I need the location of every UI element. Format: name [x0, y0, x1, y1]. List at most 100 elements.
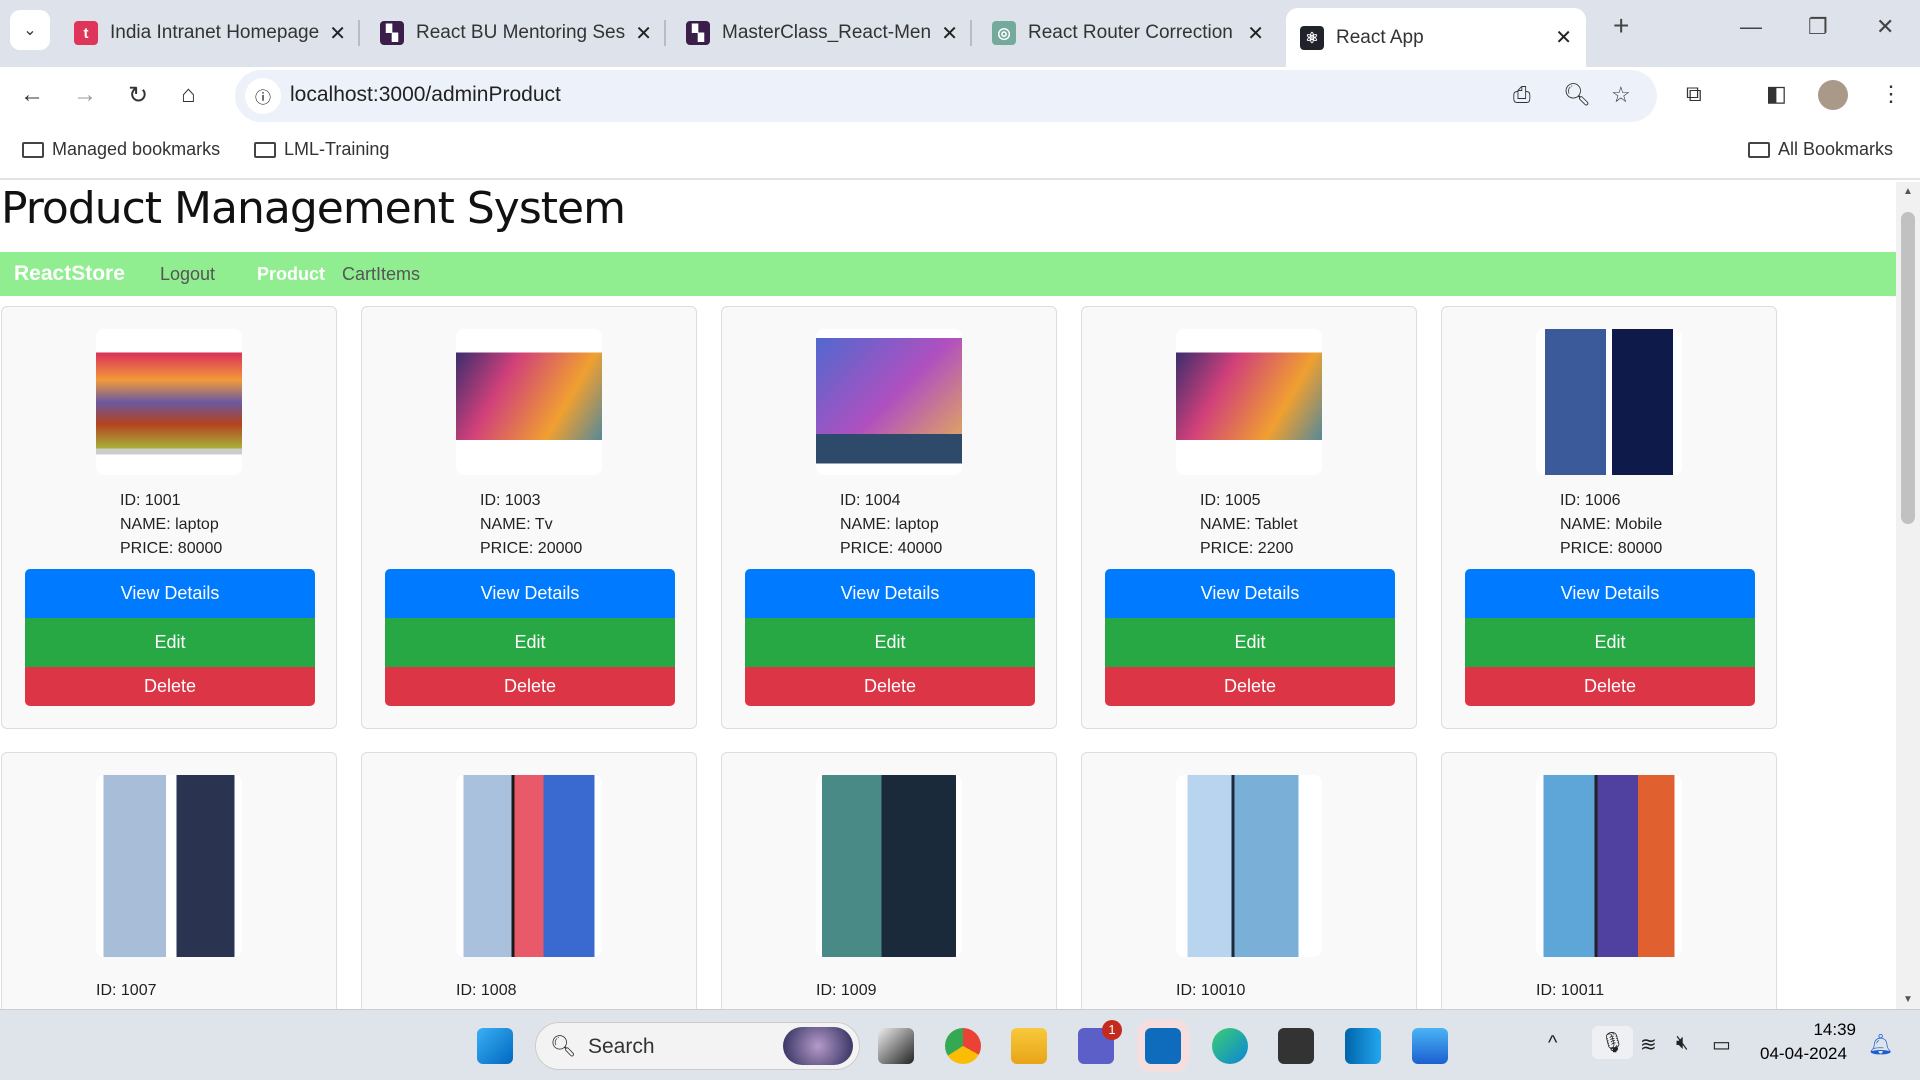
- url-text[interactable]: localhost:3000/adminProduct: [290, 83, 561, 107]
- menu-icon[interactable]: ⋮: [1880, 81, 1902, 107]
- restore-button[interactable]: ❐: [1808, 14, 1828, 40]
- view-details-button[interactable]: View Details: [1105, 569, 1395, 618]
- clock-time[interactable]: 14:39: [1776, 1020, 1856, 1040]
- edge-icon[interactable]: [1212, 1028, 1248, 1064]
- tab-strip: ⌄ t India Intranet Homepage ✕ ▚ React BU Men…: [0, 0, 1920, 67]
- delete-button[interactable]: Delete: [385, 667, 675, 706]
- tab-title: React App: [1336, 26, 1424, 48]
- product-id: ID: 1006: [1560, 492, 1621, 509]
- edit-button[interactable]: Edit: [25, 618, 315, 667]
- vscode-icon[interactable]: [1345, 1028, 1381, 1064]
- edit-button[interactable]: Edit: [1105, 618, 1395, 667]
- zoom-icon[interactable]: 🔍︎: [1563, 82, 1591, 108]
- edit-button[interactable]: Edit: [1465, 618, 1755, 667]
- close-window-button[interactable]: ✕: [1876, 14, 1894, 40]
- product-name: NAME: Tv: [480, 516, 553, 533]
- logout-link[interactable]: Logout: [160, 264, 215, 285]
- reload-icon[interactable]: ↻: [128, 81, 148, 110]
- bookmark-managed[interactable]: Managed bookmarks: [22, 139, 220, 160]
- clock-date[interactable]: 04-04-2024: [1760, 1044, 1847, 1064]
- task-view-icon[interactable]: [878, 1028, 914, 1064]
- product-link[interactable]: Product: [257, 264, 325, 285]
- bookmark-star-icon[interactable]: ☆: [1611, 82, 1631, 108]
- view-details-button[interactable]: View Details: [745, 569, 1035, 618]
- edit-button[interactable]: Edit: [385, 618, 675, 667]
- volume-muted-icon[interactable]: 🔇︎: [1676, 1032, 1689, 1055]
- forward-icon[interactable]: →: [73, 81, 97, 109]
- address-bar[interactable]: ⓘ localhost:3000/adminProduct ⎙ 🔍︎ ☆: [235, 70, 1657, 122]
- browser-tab[interactable]: ▚ React BU Mentoring Session ✕: [366, 8, 666, 58]
- taskbar-search[interactable]: 🔍︎ Search: [535, 1022, 860, 1070]
- product-name: NAME: laptop: [840, 516, 939, 533]
- show-hidden-icons[interactable]: ^: [1548, 1032, 1557, 1055]
- side-panel-icon[interactable]: ◧: [1766, 81, 1787, 107]
- browser-tab[interactable]: ▚ MasterClass_React-Mentoring ✕: [672, 8, 972, 58]
- tab-search-button[interactable]: ⌄: [10, 10, 50, 50]
- bookmark-label: Managed bookmarks: [52, 139, 221, 159]
- home-icon[interactable]: ⌂: [181, 81, 196, 109]
- delete-button[interactable]: Delete: [25, 667, 315, 706]
- product-id: ID: 1003: [480, 492, 541, 509]
- profile-avatar[interactable]: [1818, 80, 1848, 110]
- notification-bell-icon[interactable]: 🔔︎: [1868, 1032, 1893, 1057]
- product-card: ID: 1008: [361, 752, 697, 1009]
- tab-title: MasterClass_React-Mentoring: [722, 22, 932, 43]
- product-id: ID: 1001: [120, 492, 181, 509]
- bookmark-lml-training[interactable]: LML-Training: [254, 139, 389, 160]
- close-tab-icon[interactable]: ✕: [635, 21, 652, 46]
- file-explorer-icon[interactable]: [1011, 1028, 1047, 1064]
- wifi-icon[interactable]: ≋: [1640, 1032, 1657, 1057]
- scroll-down-icon[interactable]: ▼: [1903, 994, 1913, 1005]
- delete-button[interactable]: Delete: [1465, 667, 1755, 706]
- battery-icon[interactable]: ▭: [1712, 1032, 1731, 1057]
- brand-link[interactable]: ReactStore: [14, 262, 125, 286]
- product-price: PRICE: 2200: [1200, 540, 1294, 557]
- browser-tab[interactable]: ⚛ React App ✕: [1286, 8, 1586, 67]
- product-card: ID: 1007: [1, 752, 337, 1009]
- bookmarks-bar: Managed bookmarks LML-Training All Bookm…: [0, 125, 1920, 180]
- minimize-button[interactable]: —: [1740, 14, 1762, 40]
- delete-button[interactable]: Delete: [1105, 667, 1395, 706]
- product-id: ID: 1005: [1200, 492, 1261, 509]
- teams-icon[interactable]: 1: [1078, 1020, 1122, 1064]
- install-app-icon[interactable]: ⎙: [1513, 82, 1531, 108]
- edit-button[interactable]: Edit: [745, 618, 1035, 667]
- outlook-icon[interactable]: [1145, 1028, 1181, 1064]
- browser-tab[interactable]: t India Intranet Homepage ✕: [60, 8, 360, 58]
- folder-icon: [1748, 141, 1770, 158]
- product-image: [456, 329, 602, 475]
- view-details-button[interactable]: View Details: [1465, 569, 1755, 618]
- scrollbar-thumb[interactable]: [1901, 212, 1915, 524]
- folder-icon: [254, 141, 276, 158]
- close-tab-icon[interactable]: ✕: [1555, 25, 1572, 50]
- mic-muted-icon[interactable]: 🎙︎: [1592, 1026, 1634, 1059]
- product-info: ID: 1003 NAME: Tv PRICE: 20000: [480, 489, 582, 561]
- product-id: ID: 10011: [1536, 982, 1605, 999]
- search-label: Search: [588, 1035, 655, 1058]
- product-image: [96, 775, 242, 957]
- favicon-icon: t: [74, 21, 98, 45]
- view-details-button[interactable]: View Details: [25, 569, 315, 618]
- new-tab-button[interactable]: +: [1613, 10, 1629, 42]
- favicon-icon: ▚: [686, 21, 710, 45]
- cart-items-link[interactable]: CartItems: [342, 264, 420, 285]
- back-icon[interactable]: ←: [20, 81, 44, 109]
- site-info-icon[interactable]: ⓘ: [245, 78, 281, 114]
- product-info: ID: 10011: [1536, 979, 1604, 1003]
- chrome-icon[interactable]: [945, 1028, 981, 1064]
- photos-icon[interactable]: [1412, 1028, 1448, 1064]
- bookmark-label: All Bookmarks: [1778, 139, 1894, 159]
- scroll-up-icon[interactable]: ▲: [1903, 186, 1913, 197]
- product-id: ID: 1004: [840, 492, 901, 509]
- close-tab-icon[interactable]: ✕: [329, 21, 346, 46]
- close-tab-icon[interactable]: ✕: [941, 21, 958, 46]
- extensions-icon[interactable]: ⧉: [1686, 81, 1702, 107]
- delete-button[interactable]: Delete: [745, 667, 1035, 706]
- start-icon[interactable]: [477, 1028, 513, 1064]
- close-tab-icon[interactable]: ✕: [1247, 21, 1264, 46]
- terminal-icon[interactable]: [1278, 1028, 1314, 1064]
- browser-tab[interactable]: ◎ React Router Correction ✕: [978, 8, 1278, 58]
- all-bookmarks[interactable]: All Bookmarks: [1748, 139, 1893, 160]
- view-details-button[interactable]: View Details: [385, 569, 675, 618]
- scrollbar[interactable]: ▲ ▼: [1896, 182, 1920, 1009]
